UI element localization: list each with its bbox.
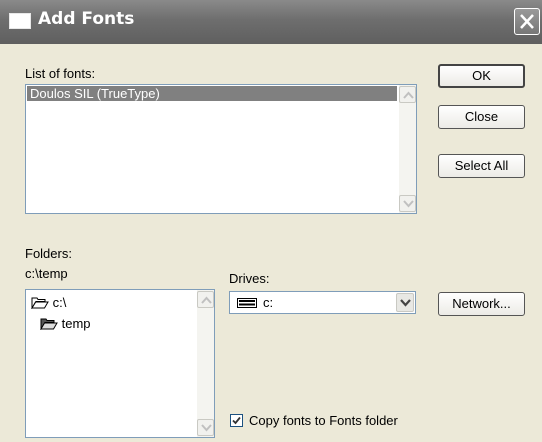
title-bar[interactable]: Add Fonts	[0, 0, 542, 44]
drives-dropdown[interactable]: c:	[229, 291, 416, 314]
scroll-up-button[interactable]	[197, 291, 214, 308]
network-button[interactable]: Network...	[438, 292, 525, 316]
tree-item-label: temp	[61, 316, 91, 331]
folders-scrollbar[interactable]	[197, 290, 214, 437]
add-fonts-dialog: Add Fonts List of fonts: Doulos SIL (Tru…	[0, 0, 542, 442]
close-icon	[520, 14, 534, 29]
folders-tree[interactable]: c:\ temp	[25, 289, 215, 438]
chevron-down-icon	[403, 200, 414, 208]
tree-item-label: c:\	[52, 295, 67, 310]
close-button[interactable]: Close	[438, 105, 525, 129]
scroll-down-button[interactable]	[399, 195, 416, 212]
drives-selected-value: c:	[263, 295, 274, 310]
folders-label: Folders:	[25, 246, 72, 261]
ok-button[interactable]: OK	[438, 64, 525, 88]
chevron-down-icon	[201, 424, 212, 432]
scroll-up-button[interactable]	[399, 86, 416, 103]
window-title: Add Fonts	[38, 9, 135, 29]
hard-drive-icon	[237, 298, 257, 308]
chevron-down-icon	[400, 299, 411, 307]
tree-item-root[interactable]: c:\	[31, 295, 66, 310]
window-icon	[9, 13, 31, 29]
fonts-listbox[interactable]: Doulos SIL (TrueType)	[25, 84, 417, 214]
fonts-list-scrollbar[interactable]	[399, 85, 416, 213]
tree-item-temp[interactable]: temp	[40, 316, 91, 331]
chevron-up-icon	[403, 91, 414, 99]
copy-fonts-label[interactable]: Copy fonts to Fonts folder	[249, 413, 398, 428]
checkmark-icon	[232, 416, 241, 425]
close-window-button[interactable]	[514, 8, 540, 35]
current-folder-path: c:\temp	[25, 266, 68, 281]
open-folder-icon	[40, 318, 58, 331]
chevron-up-icon	[201, 296, 212, 304]
font-list-item[interactable]: Doulos SIL (TrueType)	[27, 86, 397, 101]
fonts-list-label: List of fonts:	[25, 66, 96, 81]
open-folder-icon	[31, 297, 49, 310]
copy-fonts-checkbox[interactable]	[230, 414, 243, 427]
dropdown-arrow-button[interactable]	[396, 293, 414, 312]
drives-label: Drives:	[229, 271, 270, 286]
scroll-down-button[interactable]	[197, 419, 214, 436]
select-all-button[interactable]: Select All	[438, 154, 525, 178]
